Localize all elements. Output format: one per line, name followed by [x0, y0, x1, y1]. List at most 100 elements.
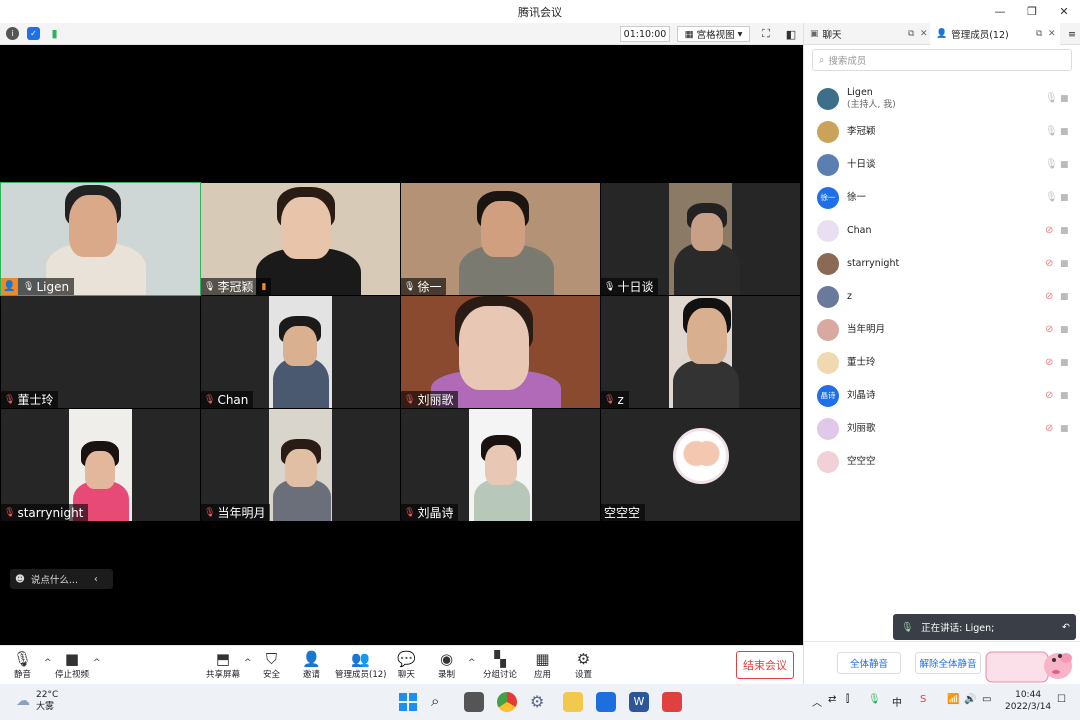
settings-button[interactable]: ⚙ 设置: [575, 650, 592, 680]
member-list-item[interactable]: 董士玲 ⊘ ■: [804, 346, 1080, 379]
mic-muted-icon[interactable]: ⊘: [1045, 423, 1053, 434]
video-tile[interactable]: 🎙 董士玲: [1, 296, 200, 408]
member-list-item[interactable]: 李冠颖 🎙 ■: [804, 115, 1080, 148]
member-list-item[interactable]: 晶诗 刘晶诗 ⊘ ■: [804, 379, 1080, 412]
camera-icon[interactable]: ■: [1060, 127, 1069, 137]
breakout-button[interactable]: ▚ 分组讨论: [483, 650, 517, 680]
member-list-item[interactable]: 十日谈 🎙 ■: [804, 148, 1080, 181]
record-button[interactable]: ◉ 录制: [438, 650, 455, 680]
camera-icon[interactable]: ■: [1060, 292, 1069, 302]
mute-options-chevron-icon[interactable]: ^: [44, 658, 52, 668]
weather-widget[interactable]: ☁ 22°C 大雾: [16, 689, 58, 713]
member-list-item[interactable]: 刘丽歌 ⊘ ■: [804, 412, 1080, 445]
member-list-item[interactable]: starrynight ⊘ ■: [804, 247, 1080, 280]
microphone-icon[interactable]: 🎙: [1045, 159, 1058, 170]
mute-all-button[interactable]: 全体静音: [837, 652, 901, 674]
member-search-input[interactable]: ⌕ 搜索成员: [812, 49, 1072, 71]
video-tile[interactable]: 👤 🎙 Ligen: [0, 182, 201, 296]
camera-icon[interactable]: ■: [1060, 259, 1069, 269]
mic-muted-icon[interactable]: ⊘: [1045, 357, 1053, 368]
camera-icon[interactable]: ■: [1060, 94, 1069, 104]
close-button[interactable]: ✕: [1048, 0, 1080, 23]
record-options-chevron-icon[interactable]: ^: [468, 658, 476, 668]
popout-icon[interactable]: ⧉: [908, 29, 914, 39]
tab-members[interactable]: 👤 管理成员(12) ⧉ ✕: [930, 23, 1060, 45]
mute-button[interactable]: 🎙 静音: [13, 650, 32, 680]
end-meeting-button[interactable]: 结束会议: [736, 651, 794, 679]
video-tile[interactable]: 🎙 十日谈: [601, 183, 800, 295]
tray-app-icon-3[interactable]: S: [920, 694, 926, 705]
panel-menu-icon[interactable]: ≡: [1062, 23, 1076, 45]
quick-chat-input[interactable]: ☻ 说点什么... ‹: [10, 569, 113, 589]
emoji-icon[interactable]: ☻: [15, 574, 25, 585]
mic-muted-icon[interactable]: ⊘: [1045, 390, 1053, 401]
video-tile[interactable]: 🎙 李冠颖 ▮: [201, 183, 400, 295]
member-list-item[interactable]: Ligen (主持人, 我) 🎙 ■: [804, 82, 1080, 115]
camera-icon[interactable]: ■: [1060, 424, 1069, 434]
minimize-button[interactable]: —: [984, 0, 1016, 23]
share-options-chevron-icon[interactable]: ^: [244, 658, 252, 668]
invite-button[interactable]: 👤 邀请: [302, 650, 321, 680]
wifi-icon[interactable]: 📶: [947, 694, 959, 705]
video-options-chevron-icon[interactable]: ^: [93, 658, 101, 668]
video-tile[interactable]: 🎙 刘丽歌: [401, 296, 600, 408]
video-tile[interactable]: 🎙 z: [601, 296, 800, 408]
video-tile[interactable]: 空空空: [601, 409, 800, 521]
member-list-item[interactable]: 徐一 徐一 🎙 ■: [804, 181, 1080, 214]
camera-icon[interactable]: ■: [1060, 325, 1069, 335]
camera-icon[interactable]: ■: [1060, 391, 1069, 401]
video-tile[interactable]: 🎙 当年明月: [201, 409, 400, 521]
search-icon[interactable]: ⌕: [431, 692, 451, 712]
close-chat-tab-icon[interactable]: ✕: [920, 29, 928, 39]
member-list-item[interactable]: 当年明月 ⊘ ■: [804, 313, 1080, 346]
view-select[interactable]: ▦ 宫格视图 ▾: [677, 26, 750, 42]
word-icon[interactable]: W: [629, 692, 649, 712]
apps-button[interactable]: ▦ 应用: [534, 650, 551, 680]
microphone-icon[interactable]: 🎙: [1045, 126, 1058, 137]
video-tile[interactable]: 🎙 Chan: [201, 296, 400, 408]
tray-app-icon[interactable]: ⇄: [828, 694, 836, 705]
microphone-icon[interactable]: 🎙: [1045, 192, 1058, 203]
close-members-tab-icon[interactable]: ✕: [1048, 29, 1056, 39]
app-red-icon[interactable]: [662, 692, 682, 712]
sidebar-toggle-icon[interactable]: ◧: [784, 27, 798, 41]
speaker-icon[interactable]: 🔊: [964, 694, 976, 705]
task-view-icon[interactable]: [464, 692, 484, 712]
tray-app-icon-2[interactable]: ⫿: [846, 694, 849, 705]
gear-app-icon[interactable]: ⚙: [530, 692, 550, 712]
meeting-timer[interactable]: 01:10:00: [620, 26, 670, 42]
popout-icon[interactable]: ⧉: [1036, 29, 1042, 39]
stop-video-button[interactable]: ■ 停止视频: [55, 650, 89, 680]
mic-muted-icon[interactable]: ⊘: [1045, 258, 1053, 269]
chevron-left-icon[interactable]: ‹: [94, 574, 98, 585]
camera-icon[interactable]: ■: [1060, 160, 1069, 170]
notifications-icon[interactable]: ☐: [1057, 694, 1066, 705]
unmute-all-button[interactable]: 解除全体静音: [915, 652, 981, 674]
mic-muted-icon[interactable]: ⊘: [1045, 291, 1053, 302]
member-list-item[interactable]: 空空空: [804, 445, 1080, 478]
manage-members-button[interactable]: 👥 管理成员(12): [335, 650, 386, 680]
microphone-tray-icon[interactable]: 🎙: [868, 694, 881, 705]
chat-button[interactable]: 💬 聊天: [397, 650, 416, 680]
video-tile[interactable]: 🎙 刘晶诗: [401, 409, 600, 521]
clock[interactable]: 10:44 2022/3/14: [1005, 689, 1051, 713]
video-tile[interactable]: 🎙 徐一: [401, 183, 600, 295]
restore-button[interactable]: ❐: [1016, 0, 1048, 23]
video-tile[interactable]: 🎙 starrynight: [1, 409, 200, 521]
windows-start-icon[interactable]: [398, 692, 418, 712]
camera-icon[interactable]: ■: [1060, 358, 1069, 368]
chevron-up-icon[interactable]: ︿: [812, 694, 822, 709]
file-explorer-icon[interactable]: [563, 692, 583, 712]
security-button[interactable]: ⛉ 安全: [263, 650, 280, 680]
microphone-icon[interactable]: 🎙: [1045, 93, 1058, 104]
tencent-meeting-icon[interactable]: [596, 692, 616, 712]
camera-icon[interactable]: ■: [1060, 193, 1069, 203]
ime-indicator[interactable]: 中: [892, 694, 902, 709]
share-screen-button[interactable]: ⬒ 共享屏幕: [206, 650, 240, 680]
member-list-item[interactable]: z ⊘ ■: [804, 280, 1080, 313]
battery-icon[interactable]: ▭: [982, 694, 991, 705]
mic-muted-icon[interactable]: ⊘: [1045, 225, 1053, 236]
signal-icon[interactable]: ▮: [48, 27, 61, 40]
collapse-icon[interactable]: ↶: [1062, 622, 1070, 633]
camera-icon[interactable]: ■: [1060, 226, 1069, 236]
